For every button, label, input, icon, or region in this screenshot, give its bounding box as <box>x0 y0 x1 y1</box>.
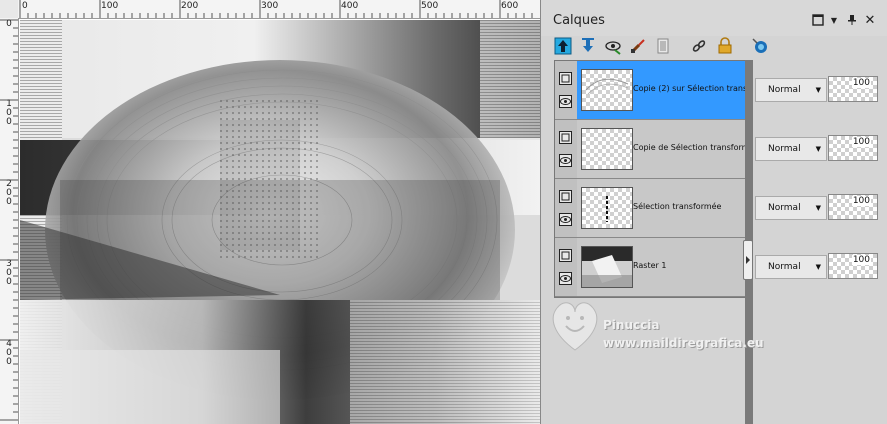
ruler-corner <box>0 0 19 19</box>
opacity-field[interactable]: 100 <box>828 253 878 279</box>
layer-properties: Normal ▼ 100 <box>755 76 887 102</box>
ruler-label: 300 <box>261 1 279 11</box>
move-layer-down-icon[interactable] <box>578 36 598 56</box>
ruler-label: 0 <box>6 19 12 29</box>
ruler-label: 0 <box>22 1 28 11</box>
opacity-value: 100 <box>851 78 871 88</box>
scrollbar-handle[interactable] <box>743 240 753 280</box>
layer-properties: Normal ▼ 100 <box>755 135 887 161</box>
layer-thumbnail <box>581 69 633 111</box>
lock-icon[interactable] <box>715 36 735 56</box>
layer-name: Copie de Sélection transform <box>633 143 749 152</box>
ruler-label: 100 <box>6 99 12 127</box>
layer-thumbnail <box>581 128 633 170</box>
layer-list: Copie (2) sur Sélection transf Copie de … <box>554 60 749 298</box>
visibility-eye-icon[interactable] <box>559 211 572 226</box>
maximize-icon[interactable] <box>811 14 825 28</box>
panel-header: Calques ▼ ✕ <box>541 0 887 36</box>
layer-name: Copie (2) sur Sélection transf <box>633 84 749 93</box>
layer-group-icon[interactable] <box>559 70 572 85</box>
layers-panel: Calques ▼ ✕ Copie (2) sur Sélection tran… <box>541 0 887 424</box>
dropdown-arrow-icon: ▼ <box>815 204 821 212</box>
canvas-artwork <box>20 20 540 424</box>
eye-toggle-icon[interactable] <box>603 36 623 56</box>
visibility-eye-icon[interactable] <box>559 270 572 285</box>
blend-mode-select[interactable]: Normal ▼ <box>755 196 827 220</box>
dropdown-arrow-icon: ▼ <box>815 86 821 94</box>
watermark-url: www.maildiregrafica.eu <box>603 336 764 350</box>
layer-thumbnail <box>581 246 633 288</box>
link-icon[interactable] <box>689 36 709 56</box>
layer-controls <box>555 61 577 119</box>
layer-row[interactable]: Copie de Sélection transform <box>555 120 749 179</box>
layer-name: Sélection transformée <box>633 202 722 211</box>
image-canvas[interactable] <box>20 20 540 424</box>
layer-name-area[interactable]: Sélection transformée <box>577 179 745 237</box>
blend-mode-value: Normal <box>768 85 801 95</box>
layer-row[interactable]: Copie (2) sur Sélection transf <box>555 61 749 120</box>
ruler-label: 100 <box>101 1 119 11</box>
layer-row[interactable]: Raster 1 <box>555 238 745 297</box>
layer-group-icon[interactable] <box>559 129 572 144</box>
opacity-value: 100 <box>851 196 871 206</box>
ruler-label: 400 <box>6 339 12 367</box>
canvas-area[interactable]: 0 100 200 300 400 500 600 0 100 200 300 … <box>0 0 541 424</box>
layer-name-area[interactable]: Copie (2) sur Sélection transf <box>577 61 749 119</box>
visibility-eye-icon[interactable] <box>559 152 572 167</box>
ruler-label: 300 <box>6 259 12 287</box>
ruler-horizontal-ticks <box>19 0 533 18</box>
blend-mode-value: Normal <box>768 203 801 213</box>
layer-name-area[interactable]: Raster 1 <box>577 238 745 296</box>
layer-properties: Normal ▼ 100 <box>755 253 887 279</box>
watermark-name: Pinuccia <box>603 318 660 332</box>
blend-mode-select[interactable]: Normal ▼ <box>755 137 827 161</box>
mask-icon[interactable] <box>653 36 673 56</box>
layer-row[interactable]: Sélection transformée <box>555 179 745 238</box>
blend-mode-value: Normal <box>768 262 801 272</box>
dropdown-arrow-icon: ▼ <box>815 145 821 153</box>
blend-mode-select[interactable]: Normal ▼ <box>755 78 827 102</box>
blend-mode-select[interactable]: Normal ▼ <box>755 255 827 279</box>
visibility-eye-icon[interactable] <box>559 93 572 108</box>
dropdown-arrow-icon: ▼ <box>815 263 821 271</box>
ruler-label: 600 <box>501 1 519 11</box>
ruler-label: 500 <box>421 1 439 11</box>
ruler-label: 200 <box>181 1 199 11</box>
chevron-down-icon[interactable]: ▼ <box>827 14 841 28</box>
ruler-label: 400 <box>341 1 359 11</box>
opacity-field[interactable]: 100 <box>828 76 878 102</box>
opacity-field[interactable]: 100 <box>828 194 878 220</box>
layer-controls <box>555 238 577 296</box>
ruler-label: 200 <box>6 179 12 207</box>
layer-thumbnail <box>581 187 633 229</box>
layer-toolbar <box>541 36 887 58</box>
ruler-vertical: 0 100 200 300 400 <box>0 18 19 424</box>
move-layer-up-icon[interactable] <box>553 36 573 56</box>
heart-smiley-logo-icon <box>552 302 598 351</box>
opacity-field[interactable]: 100 <box>828 135 878 161</box>
layer-name: Raster 1 <box>633 261 667 270</box>
blend-circle-icon[interactable] <box>750 36 770 56</box>
layer-controls <box>555 120 577 178</box>
panel-title: Calques <box>553 13 605 28</box>
layer-group-icon[interactable] <box>559 188 572 203</box>
close-icon[interactable]: ✕ <box>863 14 877 28</box>
layer-controls <box>555 179 577 237</box>
layer-name-area[interactable]: Copie de Sélection transform <box>577 120 749 178</box>
pin-icon[interactable] <box>845 14 859 28</box>
blend-mode-value: Normal <box>768 144 801 154</box>
layer-group-icon[interactable] <box>559 247 572 262</box>
paint-brush-icon[interactable] <box>628 36 648 56</box>
layer-properties: Normal ▼ 100 <box>755 194 887 220</box>
opacity-value: 100 <box>851 255 871 265</box>
ruler-horizontal: 0 100 200 300 400 500 600 <box>18 0 540 19</box>
opacity-value: 100 <box>851 137 871 147</box>
watermark: Pinuccia www.maildiregrafica.eu <box>541 290 887 370</box>
